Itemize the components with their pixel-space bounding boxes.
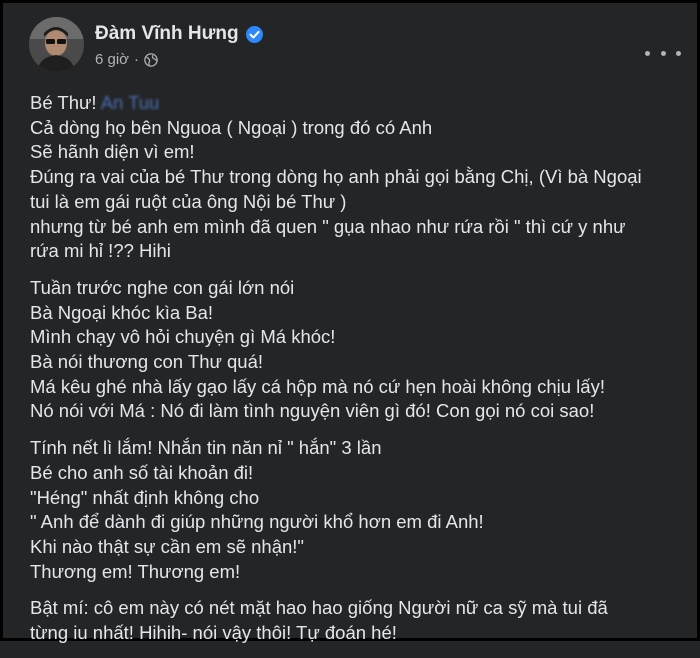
- more-options-icon[interactable]: [645, 43, 681, 63]
- post-line: Khi nào thật sự cần em sẽ nhận!": [30, 535, 305, 557]
- post-line: rứa mi hỉ !?? Hihi: [30, 240, 171, 262]
- post-line: từng iu nhất! Hihih- nói vậy thôi! Tự đo…: [30, 622, 397, 644]
- post-line: " Anh để dành đi giúp những người khổ hơ…: [30, 511, 484, 533]
- more-dot: [676, 50, 681, 56]
- author-name[interactable]: Đàm Vĩnh Hưng: [95, 23, 239, 45]
- post-meta: 6 giờ ·: [95, 51, 158, 68]
- post-line: Sẽ hãnh diện vì em!: [30, 141, 195, 163]
- post-line: Đúng ra vai của bé Thư trong dòng họ anh…: [30, 166, 642, 188]
- post-line: Cả dòng họ bên Nguoa ( Ngoại ) trong đó …: [30, 116, 433, 138]
- post-line: Má kêu ghé nhà lấy gạo lấy cá hộp mà nó …: [30, 375, 605, 397]
- meta-separator: ·: [134, 51, 140, 68]
- post-line: Bé Thư! An Tuu: [30, 91, 680, 116]
- greeting-text: Bé Thư!: [30, 92, 97, 113]
- post-line: nhưng từ bé anh em mình đã quen " gụa nh…: [30, 215, 626, 237]
- author-row: Đàm Vĩnh Hưng: [95, 23, 263, 45]
- post-paragraph-2: Tuần trước nghe con gái lớn nói Bà Ngoại…: [30, 276, 680, 424]
- post-line: Nó nói với Má : Nó đi làm tình nguyện vi…: [30, 400, 595, 422]
- post-line: Bà Ngoại khóc kìa Ba!: [30, 301, 214, 323]
- post-line: tui là em gái ruột của ông Nội bé Thư ): [30, 190, 347, 212]
- post-header: Đàm Vĩnh Hưng 6 giờ ·: [29, 17, 689, 77]
- post-paragraph-3: Tính nết lì lắm! Nhắn tin năn nỉ " hắn" …: [30, 436, 680, 584]
- more-dot: [660, 50, 666, 56]
- mention-link[interactable]: An Tuu: [101, 92, 160, 113]
- post-line: Bà nói thương con Thư quá!: [30, 351, 264, 373]
- post-paragraph-4: Bật mí: cô em này có nét mặt hao hao giố…: [30, 596, 680, 645]
- author-avatar[interactable]: [29, 17, 84, 72]
- post-timestamp[interactable]: 6 giờ: [95, 51, 129, 68]
- verified-badge-icon: [245, 25, 263, 43]
- globe-icon[interactable]: [144, 52, 158, 67]
- post-line: Tính nết lì lắm! Nhắn tin năn nỉ " hắn" …: [30, 437, 382, 459]
- post-card: Đàm Vĩnh Hưng 6 giờ · Bé Thư! An Tuu Cả …: [0, 0, 700, 643]
- post-line: Thương em! Thương em!: [30, 560, 241, 582]
- post-line: "Héng" nhất định không cho: [30, 486, 260, 508]
- post-body: Bé Thư! An Tuu Cả dòng họ bên Nguoa ( Ng…: [30, 91, 680, 658]
- avatar-image: [29, 17, 84, 72]
- post-line: Tuần trước nghe con gái lớn nói: [30, 276, 295, 298]
- post-paragraph-1: Bé Thư! An Tuu Cả dòng họ bên Nguoa ( Ng…: [30, 91, 680, 264]
- post-line: Mình chạy vô hỏi chuyện gì Má khóc!: [30, 326, 336, 348]
- post-line: Bật mí: cô em này có nét mặt hao hao giố…: [30, 597, 608, 619]
- more-dot: [645, 50, 650, 56]
- post-line: Bé cho anh số tài khoản đi!: [30, 461, 254, 483]
